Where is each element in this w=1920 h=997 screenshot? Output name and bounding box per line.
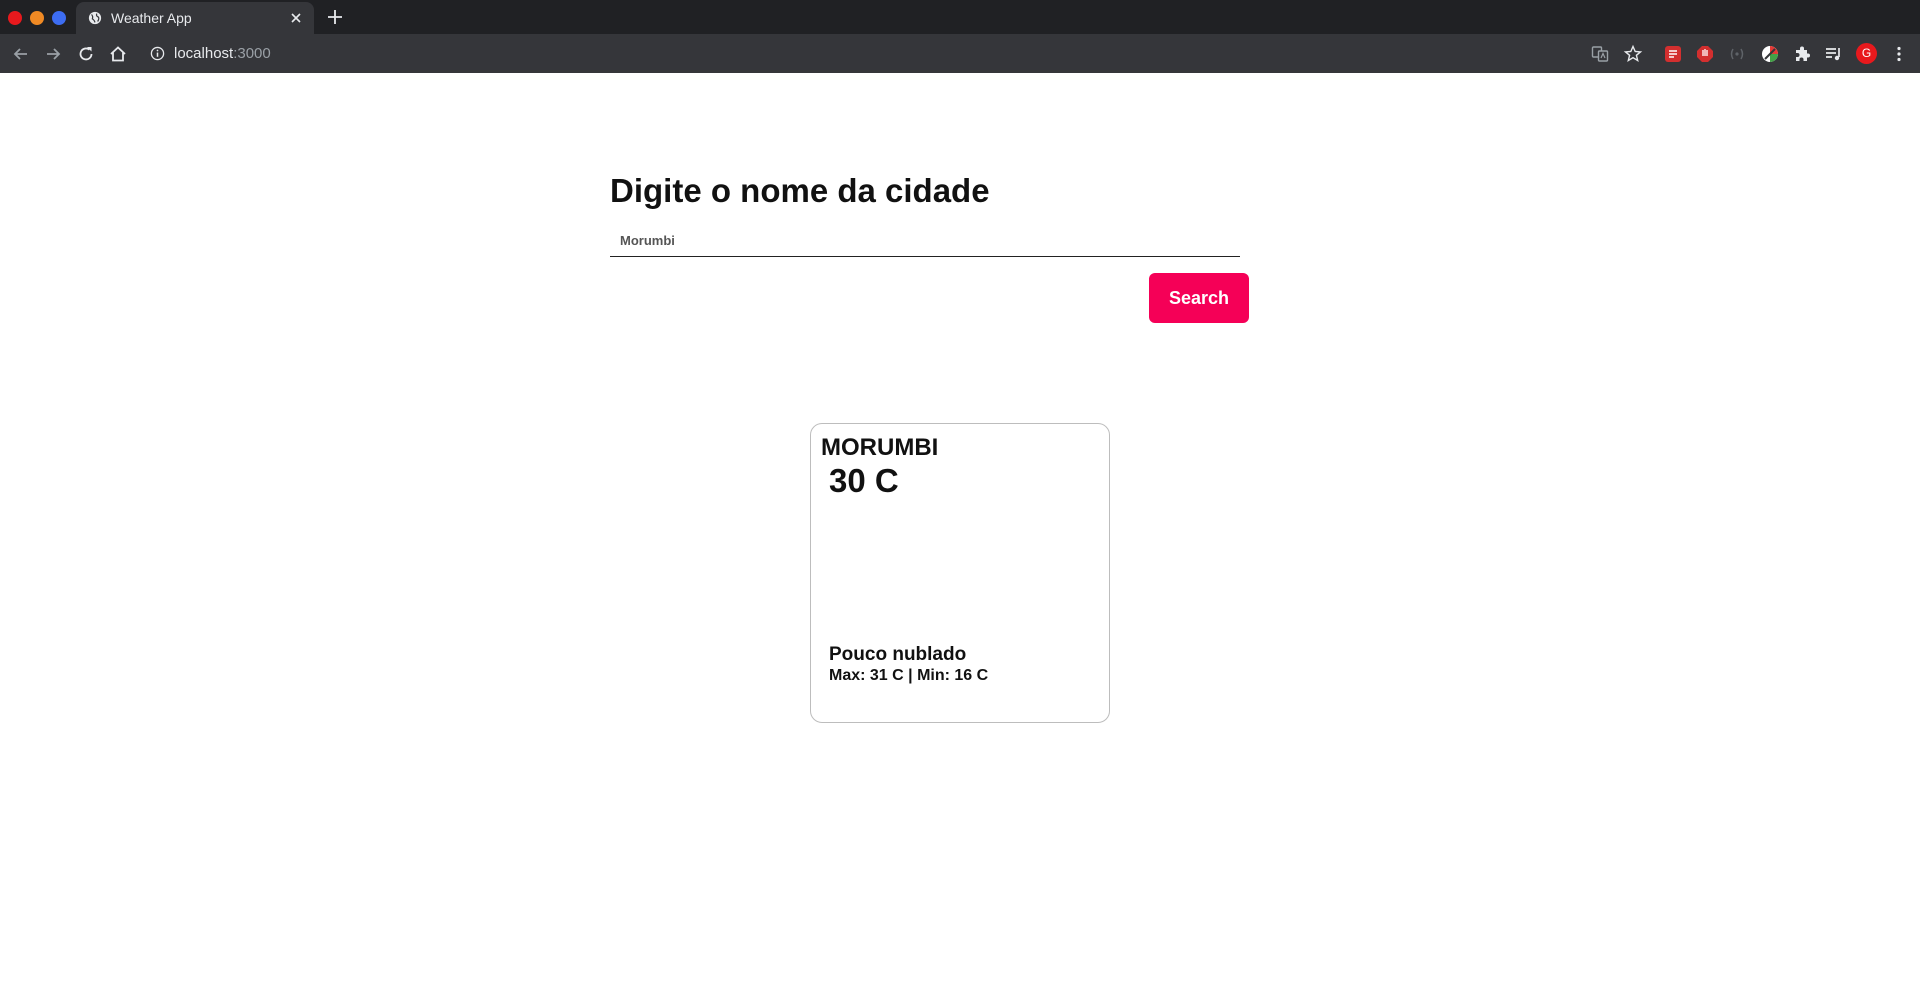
temperature: 30 C [829, 462, 899, 499]
new-tab-plus-icon[interactable] [326, 8, 344, 26]
weather-image-placeholder [871, 514, 1051, 614]
window-maximize-button[interactable] [52, 11, 66, 25]
puzzle-icon[interactable] [1792, 44, 1812, 64]
window-close-button[interactable] [8, 11, 22, 25]
url-host: localhost [174, 45, 234, 62]
more-vert-icon[interactable] [1889, 44, 1909, 64]
window-minimize-button[interactable] [30, 11, 44, 25]
url-text: localhost:3000 [174, 45, 271, 62]
extension-dark-icon[interactable] [1727, 44, 1747, 64]
url-port: :3000 [233, 45, 271, 62]
city-search-input[interactable] [610, 225, 1240, 257]
page-heading: Digite o nome da cidade [610, 172, 990, 209]
back-arrow-icon[interactable] [11, 44, 31, 64]
min-max-temperature: Max: 31 C | Min: 16 C [829, 667, 989, 684]
tab-title: Weather App [111, 10, 192, 26]
media-queue-icon[interactable] [1824, 44, 1844, 64]
extension-stop-icon[interactable] [1695, 44, 1715, 64]
city-name: MORUMBI [821, 434, 939, 461]
weather-description: Pouco nublado [829, 644, 967, 665]
search-button[interactable]: Search [1149, 273, 1249, 323]
info-icon[interactable] [150, 46, 165, 61]
browser-toolbar: localhost:3000 G [0, 34, 1920, 73]
reload-icon[interactable] [76, 44, 96, 64]
extension-red-icon[interactable] [1663, 44, 1683, 64]
close-icon[interactable] [288, 10, 304, 26]
star-icon[interactable] [1623, 44, 1643, 64]
browser-tab-strip: Weather App [0, 0, 1920, 34]
home-icon[interactable] [108, 44, 128, 64]
extension-color-icon[interactable] [1760, 44, 1780, 64]
profile-avatar[interactable]: G [1856, 43, 1877, 64]
weather-card: MORUMBI 30 C Pouco nublado Max: 31 C | M… [810, 423, 1110, 723]
browser-tab[interactable]: Weather App [76, 2, 314, 34]
translate-icon[interactable] [1590, 44, 1610, 64]
globe-icon [88, 11, 102, 25]
forward-arrow-icon[interactable] [43, 44, 63, 64]
address-bar[interactable]: localhost:3000 [144, 38, 1576, 68]
